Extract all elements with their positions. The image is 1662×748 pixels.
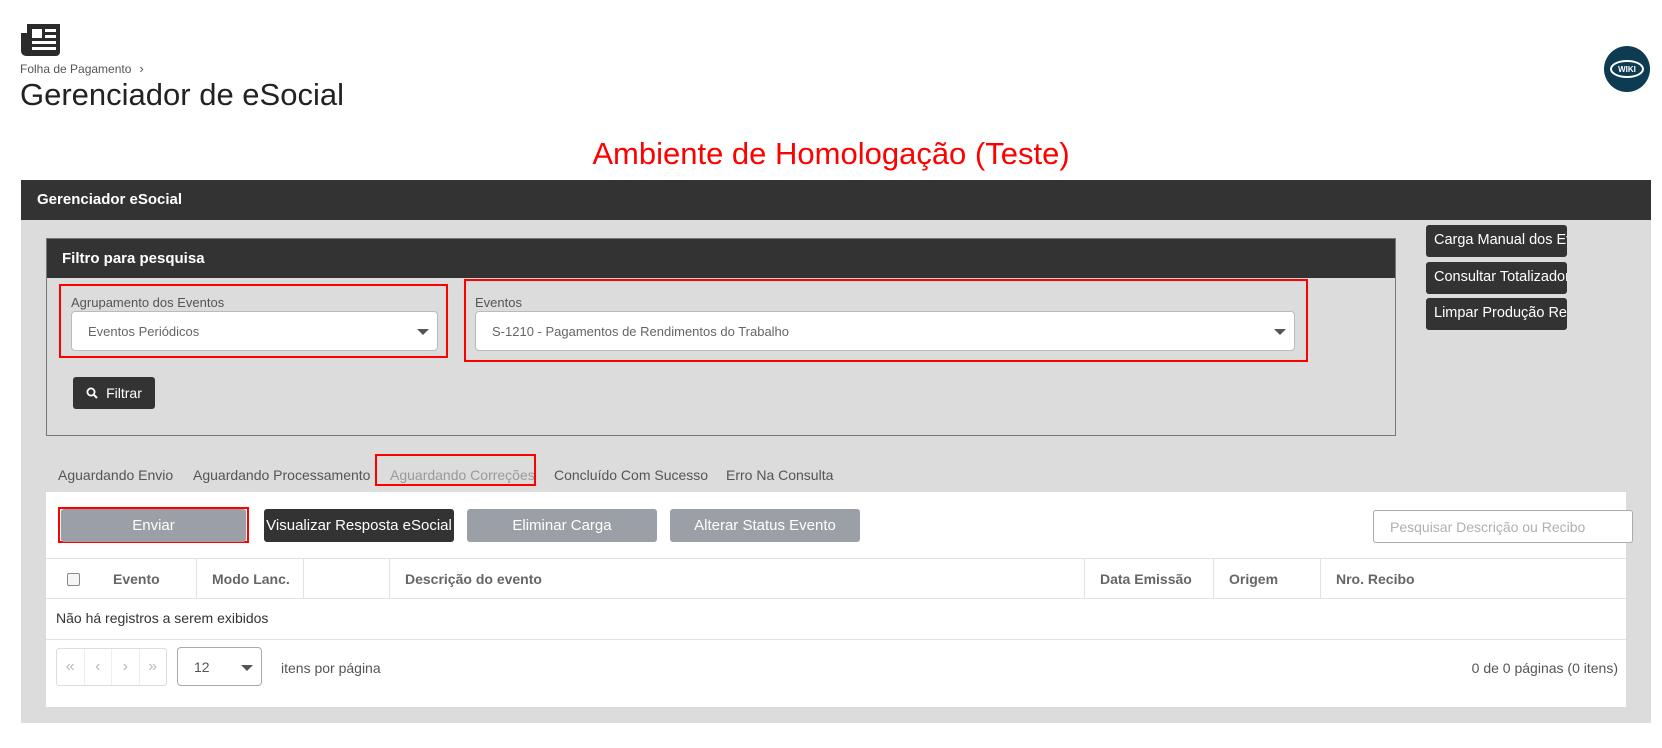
delete-load-button[interactable]: Eliminar Carga <box>467 509 657 542</box>
tab-aguardando-correcoes[interactable]: Aguardando Correções <box>390 458 535 492</box>
last-page-icon[interactable]: » <box>140 649 167 685</box>
tab-content: Enviar Visualizar Resposta eSocial Elimi… <box>46 492 1633 707</box>
chevron-right-icon: › <box>139 61 144 76</box>
clear-restricted-button[interactable]: Limpar Produção Restrita <box>1426 298 1567 330</box>
grouping-select[interactable]: Eventos Periódicos <box>71 311 438 351</box>
tab-concluido-com-sucesso[interactable]: Concluído Com Sucesso <box>554 458 708 492</box>
column-origem[interactable]: Origem <box>1214 559 1321 599</box>
environment-banner: Ambiente de Homologação (Teste) <box>592 136 1070 171</box>
breadcrumb-folha-de-pagamento[interactable]: Folha de Pagamento <box>20 62 131 76</box>
wiki-button[interactable]: WIKI <box>1604 46 1650 92</box>
grouping-label: Agrupamento dos Eventos <box>71 295 225 310</box>
page-size-value: 12 <box>194 659 210 675</box>
filter-button-label: Filtrar <box>106 385 142 401</box>
events-label: Eventos <box>475 295 522 310</box>
events-select[interactable]: S-1210 - Pagamentos de Rendimentos do Tr… <box>475 311 1295 351</box>
column-data-emissao[interactable]: Data Emissão <box>1085 559 1214 599</box>
esocial-panel: Gerenciador eSocial Filtro para pesquisa… <box>21 180 1651 723</box>
next-page-icon[interactable]: › <box>112 649 140 685</box>
column-evento[interactable]: Evento <box>98 559 197 599</box>
search-icon <box>86 387 98 399</box>
breadcrumb: Folha de Pagamento › <box>20 61 144 76</box>
empty-message: Não há registros a serem exibidos <box>56 610 269 626</box>
prev-page-icon[interactable]: ‹ <box>85 649 112 685</box>
per-page-label: itens por página <box>281 660 381 676</box>
wiki-icon: WIKI <box>1610 60 1644 78</box>
filter-box: Filtro para pesquisa Agrupamento dos Eve… <box>46 238 1396 436</box>
column-blank <box>304 559 390 599</box>
caret-down-icon <box>241 665 253 671</box>
manual-load-button[interactable]: Carga Manual dos Eventos <box>1426 225 1567 257</box>
change-status-button[interactable]: Alterar Status Evento <box>670 509 860 542</box>
filter-button[interactable]: Filtrar <box>73 377 155 409</box>
page-size-select[interactable]: 12 <box>177 647 262 686</box>
column-modo-lanc[interactable]: Modo Lanc. <box>197 559 304 599</box>
column-nro-recibo[interactable]: Nro. Recibo <box>1321 559 1535 599</box>
first-page-icon[interactable]: « <box>57 649 85 685</box>
tab-erro-na-consulta[interactable]: Erro Na Consulta <box>726 458 833 492</box>
send-button[interactable]: Enviar <box>61 509 246 542</box>
totalizers-button[interactable]: Consultar Totalizadores Base <box>1426 262 1567 294</box>
search-input[interactable] <box>1373 510 1633 543</box>
caret-down-icon <box>417 329 429 335</box>
page-info: 0 de 0 páginas (0 itens) <box>1471 660 1618 676</box>
pager-buttons: « ‹ › » <box>56 648 167 686</box>
column-descricao[interactable]: Descrição do evento <box>390 559 1085 599</box>
tab-aguardando-envio[interactable]: Aguardando Envio <box>58 458 173 492</box>
grid-header: Evento Modo Lanc. Descrição do evento Da… <box>46 558 1626 599</box>
page-title: Gerenciador de eSocial <box>20 77 344 112</box>
caret-down-icon <box>1274 329 1286 335</box>
pager: « ‹ › » 12 itens por página 0 de 0 págin… <box>46 639 1626 693</box>
events-select-value: S-1210 - Pagamentos de Rendimentos do Tr… <box>492 324 790 339</box>
panel-title: Gerenciador eSocial <box>21 180 1651 220</box>
newspaper-icon <box>21 24 60 56</box>
filter-title: Filtro para pesquisa <box>47 239 1395 278</box>
view-response-button[interactable]: Visualizar Resposta eSocial <box>264 509 454 542</box>
tab-aguardando-processamento[interactable]: Aguardando Processamento <box>193 458 370 492</box>
grouping-select-value: Eventos Periódicos <box>88 324 200 339</box>
